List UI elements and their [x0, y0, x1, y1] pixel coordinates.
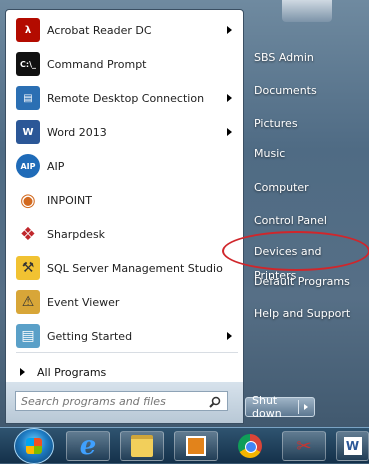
- aip-icon: AIP: [16, 154, 40, 178]
- taskbar-word[interactable]: W: [336, 431, 369, 461]
- all-programs-button[interactable]: All Programs: [10, 360, 238, 384]
- program-item-command-prompt[interactable]: C:\_ Command Prompt: [10, 50, 238, 78]
- inpoint-icon: ◉: [16, 188, 40, 212]
- menu-separator: [16, 352, 238, 353]
- program-label: Getting Started: [47, 329, 133, 343]
- right-item-default-programs[interactable]: Default Programs: [248, 270, 361, 294]
- taskbar-file-explorer[interactable]: [120, 431, 164, 461]
- remote-desktop-icon: ▤: [16, 86, 40, 110]
- word-icon: W: [16, 120, 40, 144]
- right-item-control-panel[interactable]: Control Panel: [248, 209, 361, 233]
- program-item-getting-started[interactable]: ▤ Getting Started: [10, 322, 238, 350]
- all-programs-label: All Programs: [37, 365, 107, 379]
- word-taskbar-icon: W: [343, 437, 362, 455]
- chrome-icon: [238, 434, 262, 458]
- program-item-inpoint[interactable]: ◉ INPOINT: [10, 186, 238, 214]
- windows-logo-icon: [26, 438, 42, 454]
- program-item-word[interactable]: W Word 2013: [10, 118, 238, 146]
- program-label: INPOINT: [47, 193, 92, 207]
- shutdown-label: Shut down: [252, 394, 282, 420]
- taskbar-chrome[interactable]: [228, 431, 272, 461]
- program-item-event-viewer[interactable]: ⚠ Event Viewer: [10, 288, 238, 316]
- program-label: Sharpdesk: [47, 227, 106, 241]
- shutdown-button[interactable]: Shut down: [245, 394, 315, 420]
- taskbar-snipping-tool[interactable]: ✂: [282, 431, 326, 461]
- program-item-sql-server[interactable]: ⚒ SQL Server Management Studio: [10, 254, 238, 282]
- sql-server-icon: ⚒: [16, 256, 40, 280]
- search-area: [5, 382, 244, 424]
- internet-explorer-icon: e: [79, 431, 97, 461]
- right-item-pictures[interactable]: Pictures: [248, 112, 361, 136]
- submenu-arrow-icon[interactable]: [227, 332, 232, 340]
- program-label: Event Viewer: [47, 295, 120, 309]
- start-orb-button[interactable]: [14, 428, 54, 464]
- program-label: Acrobat Reader DC: [47, 23, 152, 37]
- expand-arrow-icon: [20, 368, 25, 376]
- getting-started-icon: ▤: [16, 324, 40, 348]
- command-prompt-icon: C:\_: [16, 52, 40, 76]
- taskbar-outlook[interactable]: [174, 431, 218, 461]
- search-icon[interactable]: [206, 394, 224, 410]
- outlook-icon: [186, 436, 206, 456]
- shutdown-divider: [298, 400, 299, 414]
- program-item-remote-desktop[interactable]: ▤ Remote Desktop Connection: [10, 84, 238, 112]
- submenu-arrow-icon[interactable]: [227, 128, 232, 136]
- program-label: SQL Server Management Studio: [47, 261, 223, 275]
- submenu-arrow-icon[interactable]: [227, 94, 232, 102]
- submenu-arrow-icon[interactable]: [227, 26, 232, 34]
- right-item-computer[interactable]: Computer: [248, 176, 361, 200]
- programs-panel: λ Acrobat Reader DC C:\_ Command Prompt …: [5, 9, 244, 384]
- right-item-music[interactable]: Music: [248, 142, 361, 166]
- shutdown-options-arrow-icon[interactable]: [304, 404, 308, 410]
- taskbar-internet-explorer[interactable]: e: [66, 431, 110, 461]
- right-item-help-and-support[interactable]: Help and Support: [248, 302, 361, 326]
- taskbar: e ✂ W: [0, 427, 369, 463]
- program-item-acrobat[interactable]: λ Acrobat Reader DC: [10, 16, 238, 44]
- search-input[interactable]: [15, 391, 228, 411]
- sharpdesk-icon: ❖: [16, 222, 40, 246]
- program-item-aip[interactable]: AIP AIP: [10, 152, 238, 180]
- program-item-sharpdesk[interactable]: ❖ Sharpdesk: [10, 220, 238, 248]
- program-label: Remote Desktop Connection: [47, 91, 205, 105]
- acrobat-icon: λ: [16, 18, 40, 42]
- highlight-circle: [222, 231, 369, 271]
- program-label: AIP: [47, 159, 65, 173]
- snipping-tool-icon: ✂: [296, 435, 312, 457]
- user-picture[interactable]: [282, 0, 332, 22]
- program-label: Word 2013: [47, 125, 107, 139]
- program-label: Command Prompt: [47, 57, 147, 71]
- file-explorer-icon: [131, 435, 153, 457]
- right-item-documents[interactable]: Documents: [248, 79, 361, 103]
- start-menu: λ Acrobat Reader DC C:\_ Command Prompt …: [0, 0, 369, 427]
- right-item-sbs-admin[interactable]: SBS Admin: [248, 46, 361, 70]
- event-viewer-icon: ⚠: [16, 290, 40, 314]
